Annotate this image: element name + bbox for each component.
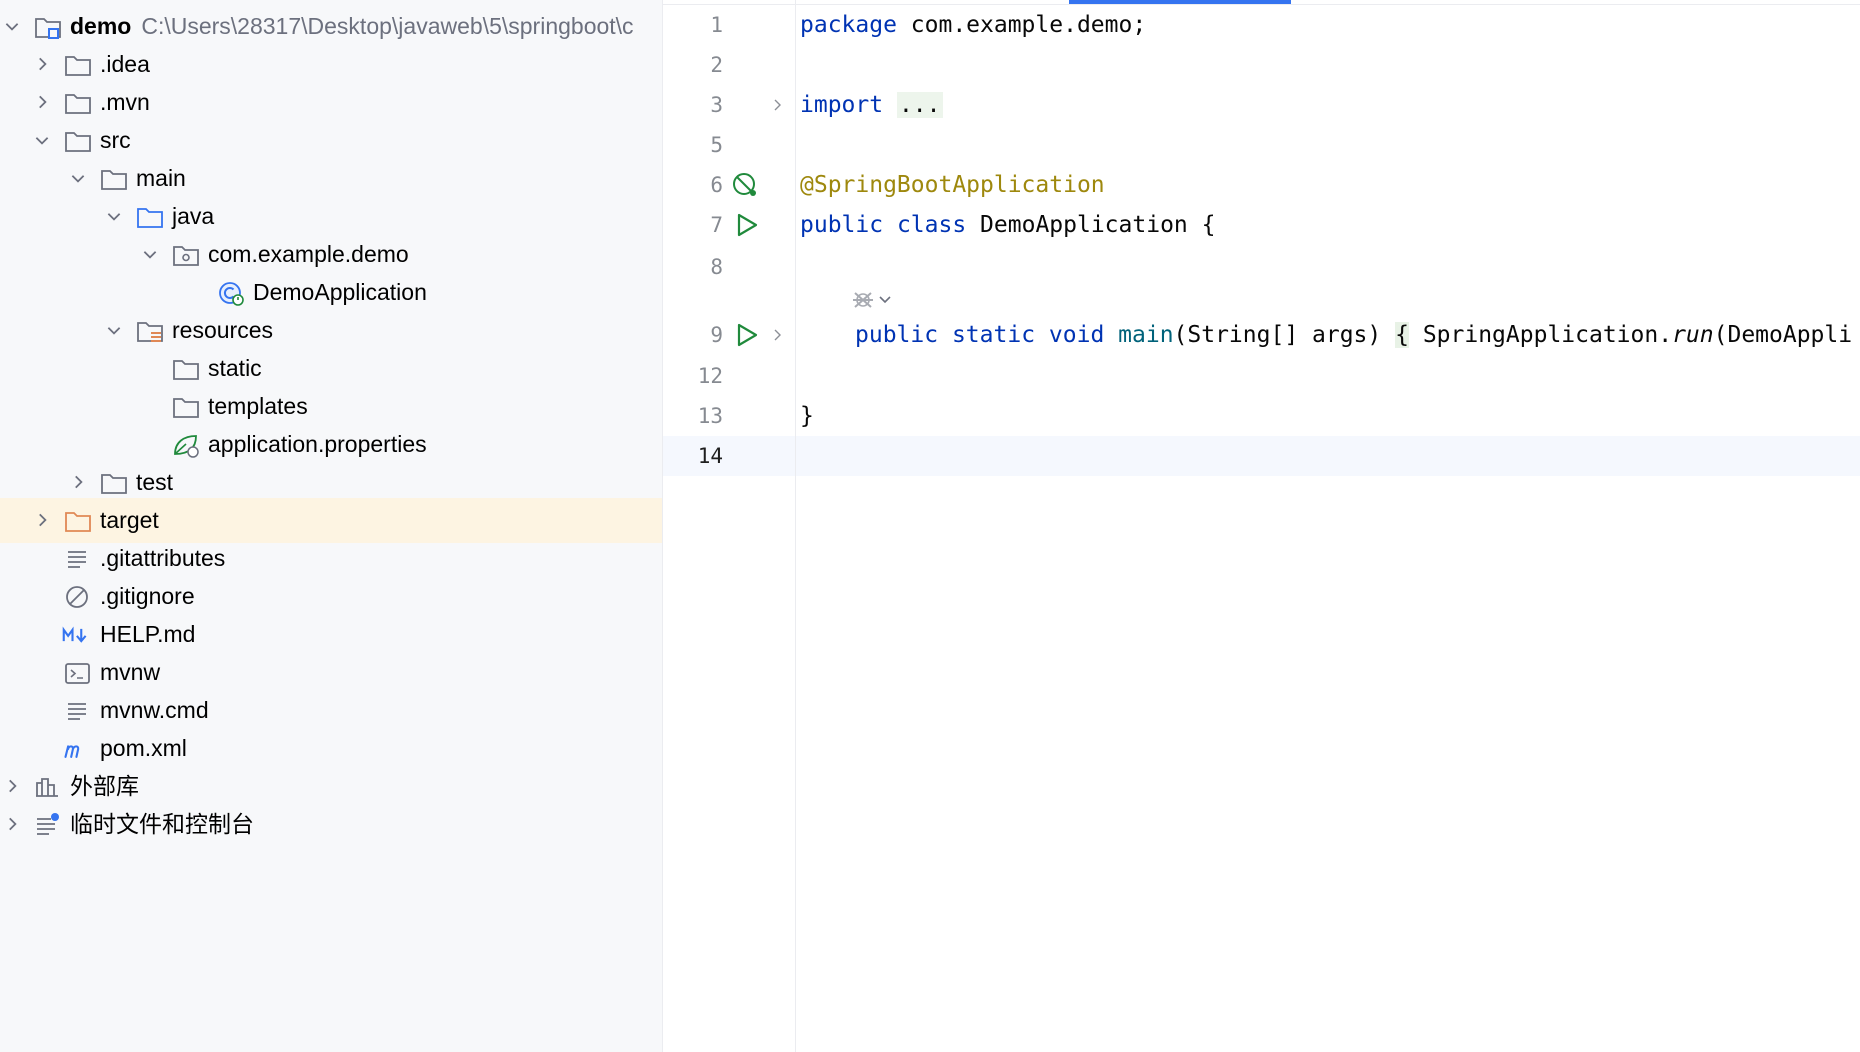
excluded-folder-icon — [65, 512, 91, 532]
code-line[interactable]: 1 package com.example.demo; — [663, 5, 1860, 45]
code-text: public static void main(String[] args) {… — [855, 315, 1852, 355]
chevron-down-icon[interactable] — [3, 17, 21, 35]
code-line[interactable]: 6 @SpringBootApplication — [663, 165, 1860, 205]
text-file-icon — [68, 703, 86, 720]
code-token: com.example.demo; — [896, 12, 1147, 38]
code-token: (DemoAppli — [1713, 322, 1853, 348]
spring-properties-icon — [174, 435, 199, 458]
line-number: 14 — [697, 444, 723, 468]
ignore-file-icon — [66, 586, 88, 608]
code-line[interactable]: 7 public class DemoApplication { — [663, 205, 1860, 245]
folded-brace[interactable]: { — [1395, 322, 1409, 348]
folder-icon — [65, 94, 91, 114]
keyword: public — [800, 212, 884, 238]
terminal-file-icon — [65, 663, 90, 684]
annotation: @SpringBootApplication — [800, 172, 1105, 198]
line-number: 5 — [710, 133, 723, 157]
folder-icon — [101, 170, 127, 190]
code-editor[interactable]: 1 package com.example.demo; 2 3 import .… — [663, 0, 1860, 1052]
chevron-right-icon[interactable] — [69, 473, 87, 491]
keyword: package — [800, 12, 897, 38]
chevron-right-icon[interactable] — [33, 93, 51, 111]
module-folder-icon — [35, 18, 61, 39]
spring-bean-icon[interactable] — [731, 171, 759, 199]
chevron-down-icon[interactable] — [141, 245, 159, 263]
line-number: 1 — [710, 13, 723, 37]
source-folder-icon — [137, 208, 163, 228]
line-number: 3 — [710, 93, 723, 117]
chevron-down-icon[interactable] — [69, 169, 87, 187]
folder-icon — [65, 132, 91, 152]
folder-icon — [101, 474, 127, 494]
folder-icon — [65, 56, 91, 76]
code-line[interactable]: 2 — [663, 45, 1860, 85]
line-number: 12 — [697, 364, 723, 388]
code-text: } — [800, 403, 814, 429]
code-token: (String[] args) — [1173, 322, 1396, 348]
keyword: void — [1048, 322, 1105, 348]
root-path: C:\Users\28317\Desktop\javaweb\5\springb… — [141, 13, 634, 39]
code-line[interactable]: 5 — [663, 125, 1860, 165]
code-token: SpringApplication. — [1408, 322, 1673, 348]
folder-icon — [173, 398, 199, 418]
line-number: 2 — [710, 53, 723, 77]
chevron-right-icon[interactable] — [33, 55, 51, 73]
chevron-right-icon[interactable] — [33, 511, 51, 529]
root-name: demo — [70, 13, 132, 39]
keyword: public — [855, 322, 939, 348]
code-line[interactable]: 8 — [663, 247, 1860, 287]
code-text: import ... — [800, 85, 943, 125]
markdown-icon — [62, 626, 87, 643]
method-name: main — [1118, 322, 1174, 348]
code-line[interactable]: 9 public static void main(String[] args)… — [663, 315, 1860, 355]
chevron-down-icon[interactable] — [105, 207, 123, 225]
line-number: 8 — [710, 255, 723, 279]
library-icon — [36, 778, 58, 797]
package-icon — [173, 246, 199, 266]
chevron-down-icon[interactable] — [33, 131, 51, 149]
keyword: static — [951, 322, 1036, 348]
run-icon[interactable] — [733, 321, 761, 349]
chevron-right-icon[interactable] — [3, 815, 21, 833]
scratches-icon — [37, 813, 59, 835]
code-text: package com.example.demo; — [800, 5, 1146, 45]
code-line[interactable]: 3 import ... — [663, 85, 1860, 125]
spring-hint-icon[interactable] — [850, 287, 898, 313]
chevron-right-icon[interactable] — [3, 777, 21, 795]
gutter-separator — [795, 0, 796, 1052]
line-number: 6 — [710, 173, 723, 197]
chevron-down-icon[interactable] — [105, 321, 123, 339]
code-text: public class DemoApplication { — [800, 205, 1215, 245]
line-number: 9 — [710, 323, 723, 347]
code-line[interactable]: 13 } — [663, 396, 1860, 436]
spring-class-icon — [219, 282, 244, 306]
line-number: 7 — [710, 213, 723, 237]
code-line-current[interactable]: 14 — [663, 436, 1860, 476]
keyword: class — [896, 212, 967, 238]
method-call: run — [1672, 322, 1714, 348]
run-icon[interactable] — [733, 211, 761, 239]
project-tree-panel: demo C:\Users\28317\Desktop\javaweb\5\spr… — [0, 0, 663, 1052]
tree-item-scratches[interactable]: 临时文件和控制台 — [0, 802, 662, 847]
text-file-icon — [68, 551, 86, 568]
fold-chevron-right-icon[interactable] — [769, 327, 785, 343]
code-line[interactable]: 12 — [663, 356, 1860, 396]
resources-folder-icon — [137, 322, 163, 342]
tree-item-label: 临时文件和控制台 — [70, 811, 254, 837]
keyword: import — [800, 92, 884, 118]
maven-icon — [64, 745, 80, 758]
folded-imports[interactable]: ... — [896, 92, 943, 118]
fold-chevron-right-icon[interactable] — [769, 97, 785, 113]
line-number: 13 — [697, 404, 723, 428]
folder-icon — [173, 360, 199, 380]
code-token: DemoApplication { — [966, 212, 1216, 238]
